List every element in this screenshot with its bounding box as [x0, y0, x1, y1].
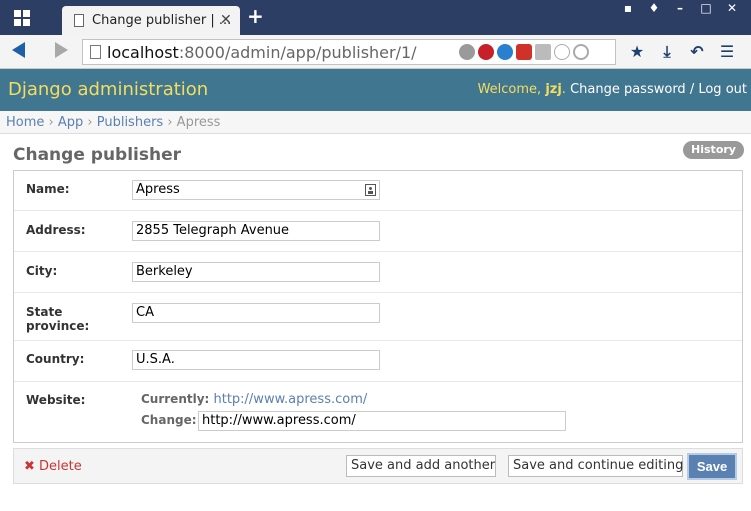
breadcrumb-home[interactable]: Home — [6, 115, 44, 130]
tools-icon[interactable] — [554, 44, 570, 60]
form-row-address: Address: 2855 Telegraph Avenue — [14, 211, 742, 252]
website-currently: Currently: http://www.apress.com/ — [141, 392, 368, 407]
save-button[interactable]: Save — [689, 455, 735, 478]
website-field[interactable]: http://www.apress.com/ — [198, 411, 566, 431]
close-tab-icon[interactable]: ✕ — [220, 12, 232, 28]
document-icon — [90, 45, 101, 59]
bookmark-star-icon[interactable]: ★ — [622, 39, 652, 65]
forward-arrow-icon[interactable] — [55, 42, 68, 58]
address-field[interactable]: 2855 Telegraph Avenue — [132, 221, 380, 241]
site-branding[interactable]: Django administration — [8, 79, 208, 100]
delete-icon: ✖ — [24, 459, 35, 474]
name-label: Name: — [26, 182, 70, 196]
form-row-state: State province: CA — [14, 293, 742, 341]
admin-header: Django administration Welcome, jzj. Chan… — [0, 69, 751, 111]
browser-tab[interactable]: Change publisher | ... ✕ — [62, 6, 240, 35]
document-icon — [74, 14, 84, 27]
qr-code-icon[interactable] — [535, 44, 551, 60]
submit-row: ✖ Delete Save and add another Save and c… — [13, 448, 743, 484]
username: jzj — [545, 82, 562, 97]
toolbar-actions: ★ ⤓ ↶ ☰ — [622, 39, 742, 65]
save-and-continue-button[interactable]: Save and continue editing — [508, 455, 683, 477]
state-label: State province: — [26, 305, 90, 333]
url-text: localhost:8000/admin/app/publisher/1/ — [107, 43, 417, 62]
breadcrumb-current: Apress — [176, 115, 221, 130]
undo-icon[interactable]: ↶ — [682, 39, 712, 65]
country-field[interactable]: U.S.A. — [132, 350, 380, 370]
maximize-icon[interactable]: □ — [693, 0, 719, 16]
download-icon[interactable]: ⤓ — [652, 39, 682, 65]
publisher-form: Name: Apress Address: 2855 Telegraph Ave… — [13, 170, 743, 443]
form-row-name: Name: Apress — [14, 171, 742, 211]
extension-icons — [459, 44, 589, 60]
breadcrumb-app[interactable]: App — [58, 115, 83, 130]
adblock-icon[interactable] — [478, 44, 494, 60]
skin-icon[interactable]: ♦ — [641, 0, 667, 16]
page-title: Change publisher — [13, 145, 181, 165]
save-and-add-another-button[interactable]: Save and add another — [346, 455, 496, 477]
apps-grid-icon[interactable] — [14, 10, 30, 26]
search-extension-icon[interactable] — [497, 44, 513, 60]
form-row-city: City: Berkeley — [14, 252, 742, 293]
close-window-icon[interactable]: ✕ — [719, 0, 745, 16]
contact-card-icon[interactable] — [365, 184, 376, 196]
website-label: Website: — [26, 393, 86, 407]
city-label: City: — [26, 264, 58, 278]
minimize-icon[interactable]: – — [667, 0, 693, 16]
change-password-link[interactable]: Change password — [570, 82, 686, 97]
browser-toolbar: localhost:8000/admin/app/publisher/1/ ★ … — [0, 35, 751, 69]
new-tab-icon[interactable]: + — [247, 6, 264, 26]
delete-link[interactable]: ✖ Delete — [24, 459, 82, 474]
menu-icon[interactable]: ☰ — [712, 39, 742, 65]
globe-icon[interactable] — [459, 44, 475, 60]
address-label: Address: — [26, 223, 86, 237]
tab-title: Change publisher | ... — [92, 13, 232, 28]
menu-grid-icon[interactable]: ▪ — [615, 0, 641, 16]
browser-tab-bar: Change publisher | ... ✕ + ▪ ♦ – □ ✕ — [0, 0, 751, 35]
form-row-website: Website: Currently: http://www.apress.co… — [14, 382, 742, 443]
form-row-country: Country: U.S.A. — [14, 341, 742, 382]
state-province-field[interactable]: CA — [132, 303, 380, 323]
address-bar[interactable]: localhost:8000/admin/app/publisher/1/ — [82, 39, 616, 65]
website-change-label: Change: — [141, 413, 197, 427]
breadcrumb-publishers[interactable]: Publishers — [97, 115, 163, 130]
logout-link[interactable]: Log out — [698, 82, 747, 97]
country-label: Country: — [26, 352, 85, 366]
city-field[interactable]: Berkeley — [132, 262, 380, 282]
history-button[interactable]: History — [683, 141, 744, 159]
breadcrumb: Home › App › Publishers › Apress — [0, 111, 751, 134]
website-current-link[interactable]: http://www.apress.com/ — [213, 392, 367, 407]
user-tools: Welcome, jzj. Change password / Log out — [477, 82, 747, 97]
name-field[interactable]: Apress — [132, 180, 380, 200]
back-arrow-icon[interactable] — [12, 42, 25, 58]
reload-icon[interactable] — [573, 44, 589, 60]
window-controls: ▪ ♦ – □ ✕ — [615, 0, 745, 16]
welcome-text: Welcome, — [477, 82, 546, 97]
puzzle-extension-icon[interactable] — [516, 44, 532, 60]
